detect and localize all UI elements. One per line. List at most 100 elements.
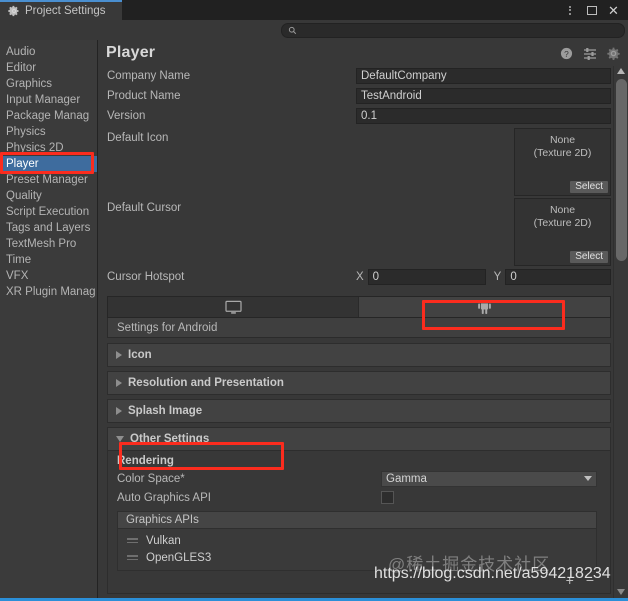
player-settings-panel: Player ? Company Name DefaultCompany Pro… <box>98 40 628 598</box>
window-titlebar: Project Settings ✕ <box>0 0 628 20</box>
sidebar-item-quality[interactable]: Quality <box>0 188 97 204</box>
color-space-value: Gamma <box>386 472 427 485</box>
cursor-hotspot-y-input[interactable]: 0 <box>505 269 611 285</box>
platform-tab-standalone[interactable] <box>108 297 359 317</box>
default-cursor-value-line2: (Texture 2D) <box>533 217 592 229</box>
gear-icon[interactable] <box>607 47 620 60</box>
color-space-dropdown[interactable]: Gamma <box>381 470 597 487</box>
android-icon <box>478 300 491 315</box>
sidebar-item-label: Preset Manager <box>6 174 88 186</box>
panel-header-icons: ? <box>560 47 620 60</box>
tab-project-settings[interactable]: Project Settings <box>0 0 122 20</box>
sidebar-item-label: Input Manager <box>6 94 81 106</box>
monitor-icon <box>224 300 242 314</box>
foldout-splash-image[interactable]: Splash Image <box>107 399 611 423</box>
cursor-hotspot-label: Cursor Hotspot <box>107 271 185 283</box>
product-name-label: Product Name <box>107 90 181 102</box>
titlebar-buttons: ✕ <box>563 0 628 20</box>
sidebar-item-editor[interactable]: Editor <box>0 60 97 76</box>
remove-graphics-api-button[interactable]: − <box>586 573 594 587</box>
settings-sidebar: Audio Editor Graphics Input Manager Pack… <box>0 40 98 598</box>
sidebar-item-player[interactable]: Player <box>0 156 97 172</box>
platform-tabs-wrap <box>98 288 612 318</box>
auto-graphics-api-checkbox[interactable] <box>381 491 394 504</box>
help-icon[interactable]: ? <box>560 47 573 60</box>
foldout-label: Other Settings <box>130 433 210 445</box>
graphics-apis-header: Graphics APIs <box>117 511 597 529</box>
vertical-scrollbar[interactable] <box>613 66 628 598</box>
sidebar-item-audio[interactable]: Audio <box>0 44 97 60</box>
sidebar-item-label: Physics <box>6 126 46 138</box>
maximize-icon[interactable] <box>585 4 598 17</box>
drag-handle-icon[interactable] <box>127 555 138 560</box>
panel-header: Player ? <box>98 40 628 66</box>
sidebar-item-label: Player <box>6 158 39 170</box>
field-row-version: Version 0.1 <box>98 106 612 126</box>
sidebar-item-label: Graphics <box>6 78 53 90</box>
foldout-other-settings[interactable]: Other Settings <box>107 427 611 451</box>
default-cursor-object-field[interactable]: None (Texture 2D) Select <box>514 198 611 266</box>
kebab-menu-icon[interactable] <box>563 4 576 17</box>
field-row-product-name: Product Name TestAndroid <box>98 86 612 106</box>
list-item[interactable]: Vulkan <box>118 532 596 549</box>
default-cursor-label: Default Cursor <box>107 202 182 214</box>
sidebar-item-label: Audio <box>6 46 36 58</box>
sidebar-item-preset-manager[interactable]: Preset Manager <box>0 172 97 188</box>
sidebar-item-time[interactable]: Time <box>0 252 97 268</box>
default-icon-value-line1: None <box>549 134 576 146</box>
sidebar-item-xr-plugin-management[interactable]: XR Plugin Manag <box>0 284 97 300</box>
sidebar-item-package-manager[interactable]: Package Manag <box>0 108 97 124</box>
list-item[interactable]: OpenGLES3 <box>118 549 596 566</box>
version-input[interactable]: 0.1 <box>356 108 611 124</box>
default-icon-object-field[interactable]: None (Texture 2D) Select <box>514 128 611 196</box>
cursor-hotspot-x-axis-label: X <box>356 271 364 283</box>
default-icon-label: Default Icon <box>107 132 169 144</box>
chevron-right-icon <box>116 407 122 415</box>
scroll-down-arrow-icon[interactable] <box>617 589 625 595</box>
sidebar-item-textmesh-pro[interactable]: TextMesh Pro <box>0 236 97 252</box>
scroll-up-arrow-icon[interactable] <box>617 68 625 74</box>
company-name-input[interactable]: DefaultCompany <box>356 68 611 84</box>
graphics-api-label: OpenGLES3 <box>146 551 212 564</box>
sidebar-item-vfx[interactable]: VFX <box>0 268 97 284</box>
search-input[interactable] <box>301 24 618 36</box>
sidebar-item-tags-and-layers[interactable]: Tags and Layers <box>0 220 97 236</box>
chevron-down-icon <box>116 436 124 442</box>
sidebar-item-script-execution[interactable]: Script Execution <box>0 204 97 220</box>
page-title: Player <box>106 44 156 61</box>
sidebar-item-physics-2d[interactable]: Physics 2D <box>0 140 97 156</box>
scrollbar-thumb[interactable] <box>616 79 627 261</box>
drag-handle-icon[interactable] <box>127 538 138 543</box>
preset-icon[interactable] <box>583 47 597 60</box>
sidebar-item-label: TextMesh Pro <box>6 238 77 250</box>
svg-text:?: ? <box>564 48 569 58</box>
sidebar-item-label: Script Execution <box>6 206 90 218</box>
foldout-icon[interactable]: Icon <box>107 343 611 367</box>
color-space-label: Color Space* <box>117 472 185 485</box>
rendering-section-title: Rendering <box>117 455 174 467</box>
search-box[interactable] <box>281 22 625 38</box>
cursor-hotspot-x-input[interactable]: 0 <box>367 269 486 285</box>
project-settings-window: Project Settings ✕ Audio Editor Graphics… <box>0 0 628 601</box>
platform-tab-android[interactable] <box>359 297 610 317</box>
foldout-resolution-and-presentation[interactable]: Resolution and Presentation <box>107 371 611 395</box>
add-graphics-api-button[interactable]: + <box>566 573 574 587</box>
sidebar-item-graphics[interactable]: Graphics <box>0 76 97 92</box>
version-label: Version <box>107 110 146 122</box>
sidebar-item-label: Time <box>6 254 32 266</box>
default-icon-select-button[interactable]: Select <box>570 181 608 193</box>
sidebar-item-physics[interactable]: Physics <box>0 124 97 140</box>
sidebar-item-label: Quality <box>6 190 42 202</box>
product-name-input[interactable]: TestAndroid <box>356 88 611 104</box>
sidebar-item-label: Physics 2D <box>6 142 64 154</box>
search-icon <box>288 26 297 34</box>
sidebar-item-input-manager[interactable]: Input Manager <box>0 92 97 108</box>
graphics-apis-footer: + − <box>108 571 610 587</box>
titlebar-spacer <box>122 0 563 20</box>
close-icon[interactable]: ✕ <box>607 4 620 17</box>
sidebar-item-label: Package Manag <box>6 110 90 122</box>
default-cursor-select-button[interactable]: Select <box>570 251 608 263</box>
chevron-right-icon <box>116 379 122 387</box>
default-icon-value-line2: (Texture 2D) <box>533 147 592 159</box>
default-cursor-value: None (Texture 2D) <box>534 204 592 230</box>
